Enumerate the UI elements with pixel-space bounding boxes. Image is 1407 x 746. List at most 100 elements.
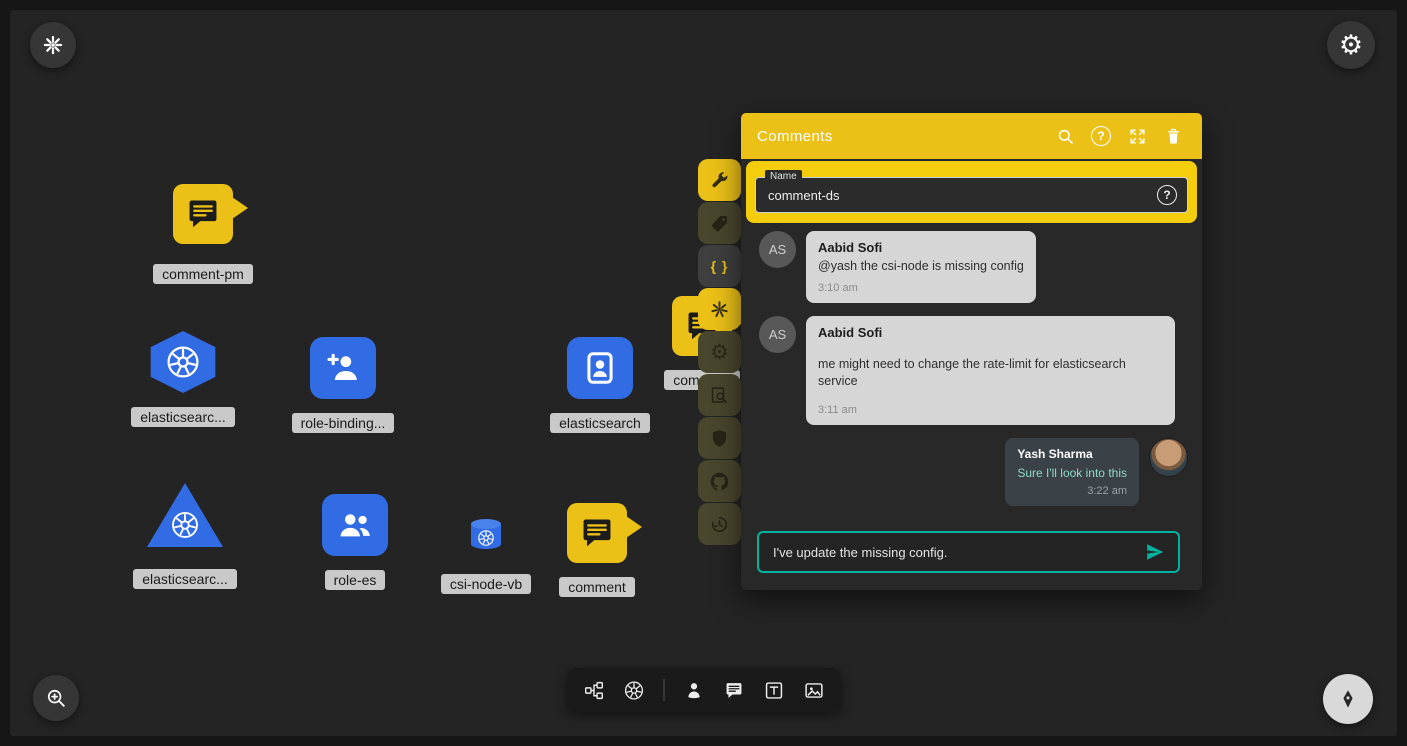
node-label: elasticsearc...	[133, 569, 237, 589]
message-time: 3:10 am	[818, 282, 1024, 294]
message-text: Sure I'll look into this	[1017, 465, 1127, 481]
node-label: elasticsearch	[550, 413, 650, 433]
message-bubble: Yash Sharma Sure I'll look into this 3:2…	[1005, 438, 1139, 506]
github-tool-button[interactable]	[698, 460, 741, 502]
app-window: ⚙ comment-pm elasticsearc... role-bindin…	[0, 0, 1407, 746]
help-button[interactable]: ?	[1090, 125, 1112, 147]
kubernetes-triangle-icon	[147, 483, 223, 547]
zoom-in-icon	[45, 687, 67, 709]
pen-nib-icon	[1337, 688, 1359, 710]
node-label: comment	[559, 577, 635, 597]
settings-button[interactable]: ⚙	[1327, 21, 1375, 69]
inspect-tool-button[interactable]	[698, 374, 741, 416]
label-tool-button[interactable]	[698, 202, 741, 244]
pen-tool-button[interactable]	[1323, 674, 1373, 724]
node-role-binding[interactable]: role-binding...	[263, 337, 423, 433]
comments-panel-header[interactable]: Comments ?	[741, 113, 1202, 159]
comment-input[interactable]	[771, 544, 1136, 561]
gear-icon: ⚙	[1339, 32, 1363, 59]
node-action-toolbar: { } ⚙	[698, 159, 741, 545]
shape-dock	[566, 668, 841, 712]
zoom-in-button[interactable]	[33, 675, 79, 721]
send-button[interactable]	[1144, 541, 1166, 563]
image-icon	[803, 680, 824, 701]
wrench-icon	[709, 170, 730, 191]
node-elasticsearch-hexagon[interactable]: elasticsearc...	[103, 331, 263, 427]
comment-node-icon	[567, 503, 627, 563]
github-icon	[709, 471, 730, 492]
shield-icon	[709, 428, 730, 449]
json-tool-button[interactable]: { }	[698, 245, 741, 287]
badge-person-icon	[581, 349, 619, 387]
panel-title: Comments	[757, 128, 833, 145]
yash-avatar	[1149, 438, 1188, 477]
kubernetes-tool-button[interactable]	[698, 288, 741, 330]
comment-thread: AS Aabid Sofi @yash the csi-node is miss…	[741, 223, 1202, 527]
person-tool-button[interactable]	[683, 680, 704, 701]
image-tool-button[interactable]	[803, 680, 824, 701]
kubernetes-hexagon-icon	[150, 331, 216, 393]
tag-icon	[709, 213, 730, 234]
search-button[interactable]	[1054, 125, 1076, 147]
comment-node-icon	[173, 184, 233, 244]
message-author: Aabid Sofi	[818, 240, 1024, 255]
node-label: role-binding...	[292, 413, 395, 433]
security-tool-button[interactable]	[698, 417, 741, 459]
node-label: comment-pm	[153, 264, 253, 284]
configure-tool-button[interactable]	[698, 159, 741, 201]
expand-icon	[1128, 127, 1147, 146]
comment-composer	[757, 531, 1180, 573]
message-time: 3:22 am	[1017, 485, 1127, 497]
avatar-initials: AS	[759, 316, 796, 353]
node-label: elasticsearc...	[131, 407, 235, 427]
dock-divider	[663, 679, 664, 701]
history-tool-button[interactable]	[698, 503, 741, 545]
send-icon	[1144, 541, 1166, 563]
settings-tool-button[interactable]: ⚙	[698, 331, 741, 373]
search-icon	[1056, 127, 1075, 146]
node-comment-pm[interactable]: comment-pm	[123, 184, 283, 284]
people-icon	[336, 506, 374, 544]
kubernetes-wheel-icon	[170, 510, 200, 540]
kubernetes-wheel-icon	[165, 344, 201, 380]
message-text: me might need to change the rate-limit f…	[818, 356, 1163, 390]
person-icon	[683, 680, 704, 701]
name-field: Name ?	[755, 177, 1188, 213]
node-elasticsearch-triangle[interactable]: elasticsearc...	[105, 483, 265, 589]
chat-bubble-icon	[578, 514, 616, 552]
avatar-initials: AS	[759, 231, 796, 268]
comment-icon	[723, 680, 744, 701]
comment-tool-button[interactable]	[723, 680, 744, 701]
snowflake-icon	[42, 34, 64, 56]
node-label: role-es	[325, 570, 386, 590]
message-time: 3:11 am	[818, 404, 1163, 416]
comments-panel: Comments ? Name ?	[741, 113, 1202, 590]
chat-bubble-icon	[184, 195, 222, 233]
question-icon: ?	[1091, 126, 1111, 146]
text-tool-icon	[763, 680, 784, 701]
workflow-icon	[583, 680, 604, 701]
storage-cylinder-icon	[469, 518, 503, 550]
name-input[interactable]	[766, 187, 1157, 204]
question-icon[interactable]: ?	[1157, 185, 1177, 205]
gear-icon: ⚙	[710, 342, 729, 363]
name-field-label: Name	[765, 170, 802, 183]
role-icon	[322, 494, 388, 556]
text-tool-button[interactable]	[763, 680, 784, 701]
message-author: Aabid Sofi	[818, 325, 1163, 340]
kanvas-logo-button[interactable]	[30, 22, 76, 68]
comment-message: Yash Sharma Sure I'll look into this 3:2…	[759, 438, 1188, 506]
message-text: @yash the csi-node is missing config	[818, 258, 1024, 275]
delete-button[interactable]	[1162, 125, 1184, 147]
name-field-highlight: Name ?	[746, 161, 1197, 223]
kubernetes-shapes-button[interactable]	[623, 680, 644, 701]
message-bubble: Aabid Sofi me might need to change the r…	[806, 316, 1175, 425]
expand-button[interactable]	[1126, 125, 1148, 147]
braces-icon: { }	[711, 258, 729, 274]
doc-scan-icon	[709, 385, 730, 406]
node-comment[interactable]: comment	[517, 503, 677, 597]
kubernetes-icon	[709, 299, 730, 320]
message-author: Yash Sharma	[1017, 447, 1127, 461]
kubernetes-wheel-icon	[623, 680, 644, 701]
workflow-tool-button[interactable]	[583, 680, 604, 701]
